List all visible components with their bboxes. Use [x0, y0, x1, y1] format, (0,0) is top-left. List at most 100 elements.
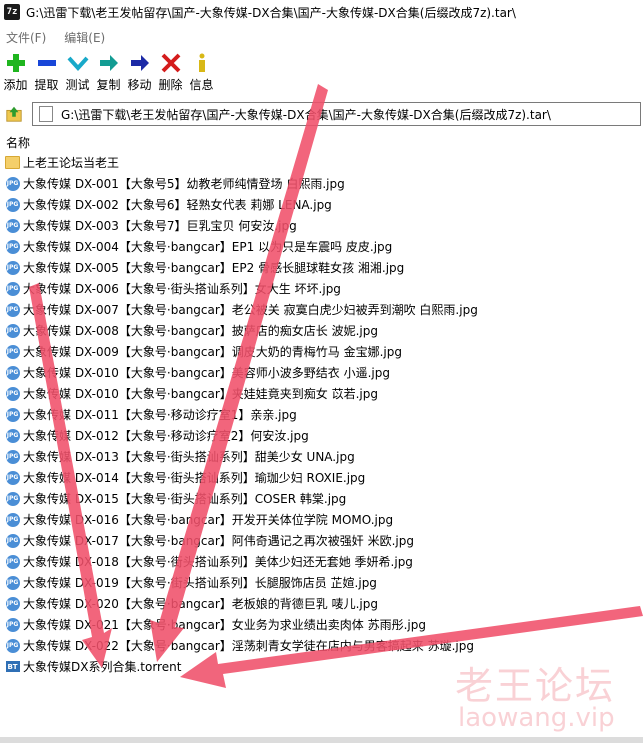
- extract-label: 提取: [34, 78, 59, 92]
- up-folder-icon: [6, 106, 22, 122]
- file-name: 大象传媒 DX-016【大象号·bangcar】开发开关体位学院 MOMO.jp…: [23, 513, 394, 527]
- up-folder-button[interactable]: [4, 104, 24, 124]
- file-name: 大象传媒 DX-019【大象号·街头搭讪系列】长腿服饰店员 芷媗.jpg: [23, 576, 377, 590]
- copy-arrow-icon: [99, 55, 118, 71]
- list-item[interactable]: JPG 大象传媒 DX-011【大象号·移动诊疗室1】亲亲.jpg: [0, 404, 643, 425]
- move-button[interactable]: 移动: [124, 52, 155, 98]
- menu-file[interactable]: 文件(F): [6, 29, 46, 46]
- delete-label: 删除: [158, 78, 183, 92]
- jpg-file-icon: JPG: [5, 407, 20, 422]
- list-item[interactable]: JPG 大象传媒 DX-006【大象号·街头搭讪系列】女大生 坏坏.jpg: [0, 278, 643, 299]
- list-item[interactable]: JPG 大象传媒 DX-010【大象号·bangcar】美容师小波多野结衣 小遥.…: [0, 362, 643, 383]
- list-item[interactable]: JPG 大象传媒 DX-001【大象号5】幼教老师纯情登场 白熙雨.jpg: [0, 173, 643, 194]
- list-item[interactable]: JPG 大象传媒 DX-022【大象号·bangcar】淫荡刺青女学徒在店内与男客…: [0, 635, 643, 656]
- jpg-file-icon: JPG: [5, 575, 20, 590]
- list-item[interactable]: JPG 大象传媒 DX-015【大象号·街头搭讪系列】COSER 韩棠.jpg: [0, 488, 643, 509]
- list-item[interactable]: JPG 大象传媒 DX-004【大象号·bangcar】EP1 以为只是车震吗 皮…: [0, 236, 643, 257]
- list-item[interactable]: JPG 大象传媒 DX-018【大象号·街头搭讪系列】美体少妇还无套她 季妍希.j…: [0, 551, 643, 572]
- copy-button[interactable]: 复制: [93, 52, 124, 98]
- window-title: G:\迅雷下载\老王发帖留存\国产-大象传媒-DX合集\国产-大象传媒-DX合集…: [26, 5, 516, 20]
- jpg-file-icon: JPG: [5, 281, 20, 296]
- file-name: 大象传媒 DX-010【大象号·bangcar】夹娃娃竟夹到痴女 苡若.jpg: [23, 387, 379, 401]
- file-name: 大象传媒 DX-008【大象号·bangcar】披萨店的痴女店长 波妮.jpg: [23, 324, 379, 338]
- column-header-name[interactable]: 名称: [6, 134, 30, 151]
- file-name: 大象传媒 DX-012【大象号·移动诊疗室2】何安汝.jpg: [23, 429, 309, 443]
- status-bar: [0, 737, 643, 743]
- delete-button[interactable]: 删除: [155, 52, 186, 98]
- list-item[interactable]: JPG 大象传媒 DX-016【大象号·bangcar】开发开关体位学院 MOMO…: [0, 509, 643, 530]
- test-button[interactable]: 测试: [62, 52, 93, 98]
- torrent-file-icon: BT: [5, 661, 20, 672]
- file-icon: [39, 106, 53, 122]
- jpg-file-icon: JPG: [5, 218, 20, 233]
- file-name: 大象传媒 DX-020【大象号·bangcar】老板娘的背德巨乳 唛儿.jpg: [23, 597, 379, 611]
- file-name: 上老王论坛当老王: [23, 156, 120, 170]
- menu-bar: 文件(F) 编辑(E): [0, 27, 117, 47]
- jpg-file-icon: JPG: [5, 197, 20, 212]
- file-name: 大象传媒 DX-018【大象号·街头搭讪系列】美体少妇还无套她 季妍希.jpg: [23, 555, 413, 569]
- list-item[interactable]: JPG 大象传媒 DX-017【大象号·bangcar】阿伟奇遇记之再次被强奸 米…: [0, 530, 643, 551]
- file-name: 大象传媒 DX-002【大象号6】轻熟女代表 莉娜 LENA.jpg: [23, 198, 332, 212]
- list-item[interactable]: JPG 大象传媒 DX-003【大象号7】巨乳宝贝 何安汝.jpg: [0, 215, 643, 236]
- test-label: 测试: [65, 78, 90, 92]
- list-item[interactable]: JPG 大象传媒 DX-009【大象号·bangcar】调皮大奶的青梅竹马 金宝娜…: [0, 341, 643, 362]
- list-item[interactable]: JPG 大象传媒 DX-012【大象号·移动诊疗室2】何安汝.jpg: [0, 425, 643, 446]
- info-icon: [198, 53, 205, 72]
- extract-button[interactable]: 提取: [31, 52, 62, 98]
- list-item[interactable]: JPG 大象传媒 DX-008【大象号·bangcar】披萨店的痴女店长 波妮.j…: [0, 320, 643, 341]
- list-item[interactable]: JPG 大象传媒 DX-007【大象号·bangcar】老公被关 寂寞白虎少妇被弄…: [0, 299, 643, 320]
- move-label: 移动: [127, 78, 152, 92]
- jpg-file-icon: JPG: [5, 554, 20, 569]
- file-list: 上老王论坛当老王 JPG 大象传媒 DX-001【大象号5】幼教老师纯情登场 白熙…: [0, 152, 643, 677]
- menu-edit[interactable]: 编辑(E): [64, 29, 105, 46]
- app-icon: 7z: [4, 4, 20, 20]
- list-item[interactable]: JPG 大象传媒 DX-010【大象号·bangcar】夹娃娃竟夹到痴女 苡若.j…: [0, 383, 643, 404]
- jpg-file-icon: JPG: [5, 344, 20, 359]
- address-field[interactable]: G:\迅雷下载\老王发帖留存\国产-大象传媒-DX合集\国产-大象传媒-DX合集…: [32, 102, 641, 126]
- list-item[interactable]: JPG 大象传媒 DX-021【大象号·bangcar】女业务为求业绩出卖肉体 苏…: [0, 614, 643, 635]
- watermark-logo: 老王论坛: [455, 664, 616, 708]
- list-item-folder[interactable]: 上老王论坛当老王: [0, 152, 643, 173]
- jpg-file-icon: JPG: [5, 176, 20, 191]
- file-name: 大象传媒 DX-015【大象号·街头搭讪系列】COSER 韩棠.jpg: [23, 492, 347, 506]
- info-label: 信息: [189, 78, 214, 92]
- jpg-file-icon: JPG: [5, 638, 20, 653]
- jpg-file-icon: JPG: [5, 239, 20, 254]
- jpg-file-icon: JPG: [5, 365, 20, 380]
- list-item[interactable]: JPG 大象传媒 DX-002【大象号6】轻熟女代表 莉娜 LENA.jpg: [0, 194, 643, 215]
- jpg-file-icon: JPG: [5, 428, 20, 443]
- jpg-file-icon: JPG: [5, 617, 20, 632]
- file-name: 大象传媒 DX-007【大象号·bangcar】老公被关 寂寞白虎少妇被弄到潮吹…: [23, 303, 478, 317]
- jpg-file-icon: JPG: [5, 470, 20, 485]
- jpg-file-icon: JPG: [5, 512, 20, 527]
- address-bar: G:\迅雷下载\老王发帖留存\国产-大象传媒-DX合集\国产-大象传媒-DX合集…: [0, 101, 643, 127]
- list-item[interactable]: JPG 大象传媒 DX-013【大象号·街头搭讪系列】甜美少女 UNA.jpg: [0, 446, 643, 467]
- add-label: 添加: [3, 78, 28, 92]
- jpg-file-icon: JPG: [5, 302, 20, 317]
- file-name: 大象传媒 DX-022【大象号·bangcar】淫荡刺青女学徒在店内与男客搞起来…: [23, 639, 475, 653]
- file-name: 大象传媒 DX-005【大象号·bangcar】EP2 骨感长腿球鞋女孩 湘湘.…: [23, 261, 405, 275]
- list-item[interactable]: JPG 大象传媒 DX-005【大象号·bangcar】EP2 骨感长腿球鞋女孩 …: [0, 257, 643, 278]
- check-icon: [67, 56, 88, 71]
- copy-label: 复制: [96, 78, 121, 92]
- jpg-file-icon: JPG: [5, 491, 20, 506]
- file-name: 大象传媒 DX-017【大象号·bangcar】阿伟奇遇记之再次被强奸 米欧.j…: [23, 534, 415, 548]
- plus-icon: [6, 54, 25, 72]
- file-name: 大象传媒 DX-004【大象号·bangcar】EP1 以为只是车震吗 皮皮.j…: [23, 240, 393, 254]
- list-item[interactable]: JPG 大象传媒 DX-014【大象号·街头搭讪系列】瑜珈少妇 ROXIE.jpg: [0, 467, 643, 488]
- info-button[interactable]: 信息: [186, 52, 217, 98]
- file-name: 大象传媒 DX-014【大象号·街头搭讪系列】瑜珈少妇 ROXIE.jpg: [23, 471, 366, 485]
- add-button[interactable]: 添加: [0, 52, 31, 98]
- list-item[interactable]: JPG 大象传媒 DX-020【大象号·bangcar】老板娘的背德巨乳 唛儿.j…: [0, 593, 643, 614]
- file-name: 大象传媒DX系列合集.torrent: [23, 660, 182, 674]
- file-name: 大象传媒 DX-006【大象号·街头搭讪系列】女大生 坏坏.jpg: [23, 282, 341, 296]
- jpg-file-icon: JPG: [5, 533, 20, 548]
- jpg-file-icon: JPG: [5, 449, 20, 464]
- file-name: 大象传媒 DX-010【大象号·bangcar】美容师小波多野结衣 小遥.jpg: [23, 366, 391, 380]
- list-item[interactable]: JPG 大象传媒 DX-019【大象号·街头搭讪系列】长腿服饰店员 芷媗.jpg: [0, 572, 643, 593]
- jpg-file-icon: JPG: [5, 260, 20, 275]
- move-arrow-icon: [130, 55, 149, 71]
- toolbar: 添加 提取 测试 复制 移动 删除 信息: [0, 52, 217, 98]
- title-bar: 7z G:\迅雷下载\老王发帖留存\国产-大象传媒-DX合集\国产-大象传媒-D…: [0, 0, 643, 24]
- minus-icon: [37, 60, 56, 66]
